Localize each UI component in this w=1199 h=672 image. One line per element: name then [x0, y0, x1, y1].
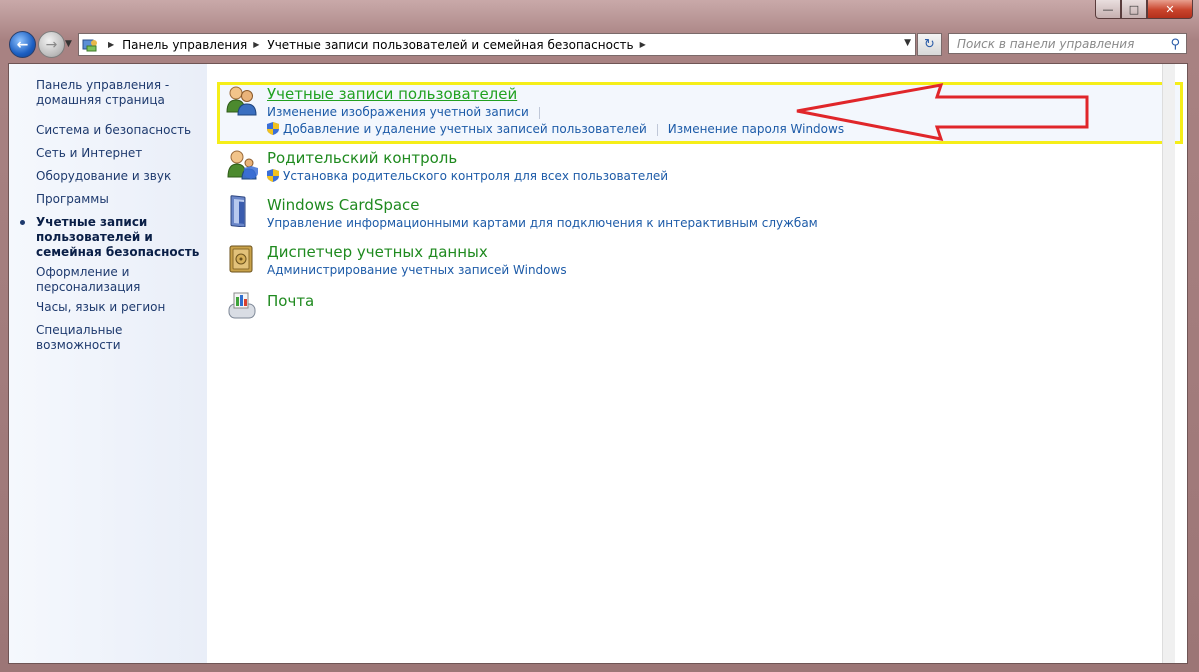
- control-panel-icon: [82, 38, 98, 52]
- sidebar-item-programs[interactable]: Программы: [36, 192, 109, 207]
- maximize-icon[interactable]: □: [1121, 0, 1147, 19]
- sidebar-item-user-accounts[interactable]: Учетные записи пользователей и семейная …: [36, 215, 201, 260]
- breadcrumb-current[interactable]: Учетные записи пользователей и семейная …: [267, 38, 633, 52]
- breadcrumb-separator-icon[interactable]: ▶: [253, 40, 259, 49]
- breadcrumb-control-panel[interactable]: Панель управления: [122, 38, 247, 52]
- links-row: Добавление и удаление учетных записей по…: [267, 122, 844, 136]
- navigation-bar: ← → ▼ ▶ Панель управления ▶ Учетные запи…: [0, 29, 1199, 59]
- window-frame: — □ ✕ ← → ▼ ▶ Панель управления ▶ Учетны…: [0, 0, 1199, 672]
- category-title-user-accounts[interactable]: Учетные записи пользователей: [267, 85, 517, 103]
- sidebar-item-appearance[interactable]: Оформление и персонализация: [36, 265, 146, 295]
- window-controls: — □ ✕: [1095, 0, 1193, 19]
- category-title-mail[interactable]: Почта: [267, 292, 314, 310]
- scrollbar[interactable]: [1162, 64, 1175, 663]
- credential-vault-icon[interactable]: [225, 242, 259, 274]
- link-setup-parental-control[interactable]: Установка родительского контроля для все…: [283, 169, 668, 183]
- sidebar-item-system-security[interactable]: Система и безопасность: [36, 123, 191, 138]
- link-manage-info-cards[interactable]: Управление информационными картами для п…: [267, 216, 818, 230]
- main-panel: Учетные записи пользователей Изменение и…: [207, 64, 1183, 663]
- link-add-remove-accounts[interactable]: Добавление и удаление учетных записей по…: [283, 122, 647, 136]
- address-dropdown-icon[interactable]: ▼: [904, 38, 911, 48]
- address-bar[interactable]: ▶ Панель управления ▶ Учетные записи пол…: [78, 33, 916, 56]
- parental-control-icon[interactable]: [225, 148, 259, 180]
- close-icon[interactable]: ✕: [1147, 0, 1193, 19]
- category-title-cardspace[interactable]: Windows CardSpace: [267, 196, 420, 214]
- breadcrumb-separator-icon[interactable]: ▶: [108, 40, 114, 49]
- link-change-account-picture: Изменение изображения учетной записи: [267, 105, 550, 119]
- minimize-icon[interactable]: —: [1095, 0, 1121, 19]
- back-arrow-icon[interactable]: ←: [9, 31, 36, 58]
- content-area: Панель управления - домашняя страница Си…: [8, 63, 1188, 664]
- link-divider: [538, 106, 540, 119]
- category-title-parental-control[interactable]: Родительский контроль: [267, 149, 457, 167]
- search-placeholder: Поиск в панели управления: [957, 36, 1135, 51]
- search-icon[interactable]: ⚲: [1170, 37, 1180, 52]
- search-input[interactable]: Поиск в панели управления ⚲: [948, 33, 1187, 54]
- links-row: Установка родительского контроля для все…: [267, 169, 668, 183]
- annotation-arrow-icon: [796, 83, 1089, 141]
- sidebar: Панель управления - домашняя страница Си…: [9, 64, 207, 663]
- cardspace-icon[interactable]: [225, 195, 259, 228]
- sidebar-home-link[interactable]: Панель управления - домашняя страница: [36, 78, 186, 108]
- refresh-icon[interactable]: ↻: [917, 33, 942, 56]
- sidebar-item-clock-language[interactable]: Часы, язык и регион: [36, 300, 165, 315]
- uac-shield-icon: [267, 122, 279, 135]
- category-title-credential-manager[interactable]: Диспетчер учетных данных: [267, 243, 488, 261]
- link-divider: [656, 123, 658, 136]
- sidebar-item-hardware[interactable]: Оборудование и звук: [36, 169, 171, 184]
- uac-shield-icon: [267, 169, 279, 182]
- active-bullet-icon: [20, 220, 25, 225]
- link-manage-windows-credentials[interactable]: Администрирование учетных записей Window…: [267, 263, 567, 277]
- breadcrumb-separator-icon[interactable]: ▶: [640, 40, 646, 49]
- link-change-account-picture-text[interactable]: Изменение изображения учетной записи: [267, 105, 529, 119]
- forward-arrow-icon[interactable]: →: [38, 31, 65, 58]
- users-icon[interactable]: [225, 84, 259, 116]
- sidebar-item-accessibility[interactable]: Специальные возможности: [36, 323, 207, 353]
- mail-icon[interactable]: [225, 290, 259, 322]
- sidebar-item-network[interactable]: Сеть и Интернет: [36, 146, 142, 161]
- history-dropdown-icon[interactable]: ▼: [65, 39, 72, 49]
